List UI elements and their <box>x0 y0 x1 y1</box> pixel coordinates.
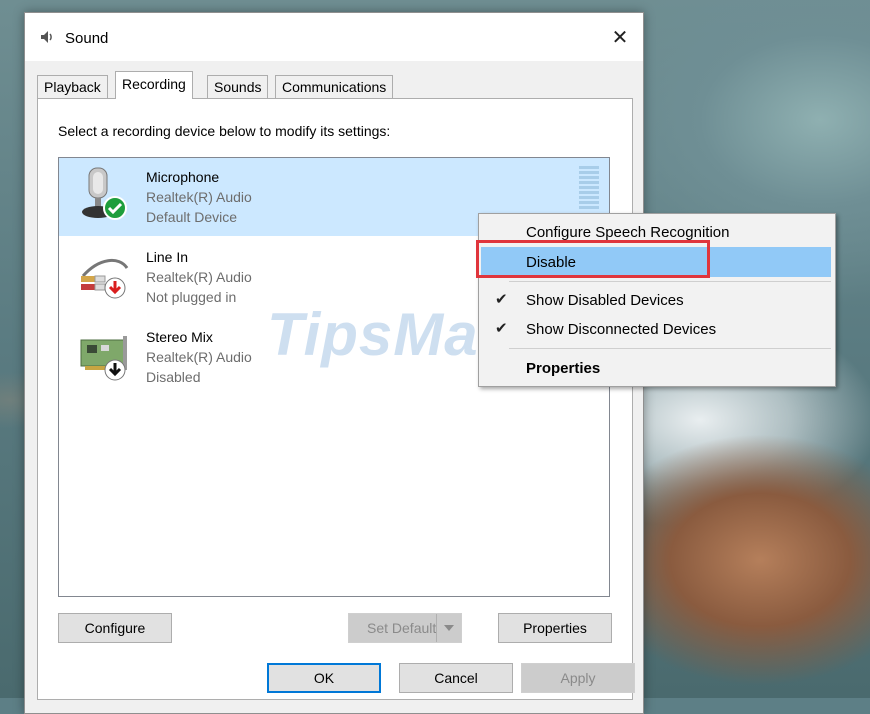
properties-button[interactable]: Properties <box>498 613 612 643</box>
line-in-jack-icon <box>81 259 129 299</box>
instruction-text: Select a recording device below to modif… <box>58 123 391 139</box>
checkmark-icon: ✔ <box>495 320 508 337</box>
menu-separator <box>509 348 831 349</box>
device-driver: Realtek(R) Audio <box>146 269 252 285</box>
ok-button[interactable]: OK <box>267 663 381 693</box>
device-status: Default Device <box>146 209 238 225</box>
green-check-badge <box>103 196 127 220</box>
black-down-arrow-badge <box>104 359 126 381</box>
microphone-icon <box>82 167 127 220</box>
menu-item-properties[interactable]: Properties <box>481 353 831 383</box>
recording-panel: Select a recording device below to modif… <box>37 98 633 700</box>
menu-item-label: Show Disabled Devices <box>526 292 684 309</box>
highlight-annotation-box <box>476 240 710 278</box>
menu-item-label: Properties <box>526 360 601 377</box>
apply-button[interactable]: Apply <box>521 663 635 693</box>
menu-item-show-disabled-devices[interactable]: ✔ Show Disabled Devices <box>481 285 831 315</box>
menu-item-label: Configure Speech Recognition <box>526 224 730 241</box>
red-down-arrow-badge <box>104 277 126 299</box>
menu-separator <box>509 281 831 282</box>
device-driver: Realtek(R) Audio <box>146 349 252 365</box>
set-default-label: Set Default <box>367 620 437 636</box>
device-status: Disabled <box>146 369 201 385</box>
set-default-button[interactable]: Set Default <box>348 613 462 643</box>
device-status: Not plugged in <box>146 289 237 305</box>
close-icon: ✕ <box>611 26 629 49</box>
cancel-button[interactable]: Cancel <box>399 663 513 693</box>
device-name: Microphone <box>146 169 220 185</box>
sound-card-icon <box>80 336 127 381</box>
window-title: Sound <box>65 30 109 47</box>
checkmark-icon: ✔ <box>495 291 508 308</box>
title-bar: Sound ✕ <box>25 13 643 61</box>
tab-sounds[interactable]: Sounds <box>207 75 269 98</box>
close-button[interactable]: ✕ <box>597 13 643 61</box>
device-name: Stereo Mix <box>146 329 213 345</box>
menu-item-label: Show Disconnected Devices <box>526 321 717 338</box>
tab-recording[interactable]: Recording <box>115 71 193 99</box>
device-driver: Realtek(R) Audio <box>146 189 252 205</box>
tab-communications[interactable]: Communications <box>275 75 394 98</box>
speaker-icon <box>41 31 52 43</box>
device-name: Line In <box>146 249 189 265</box>
tab-playback[interactable]: Playback <box>37 75 108 98</box>
menu-item-show-disconnected-devices[interactable]: ✔ Show Disconnected Devices <box>481 314 831 344</box>
configure-button[interactable]: Configure <box>58 613 172 643</box>
chevron-down-icon <box>436 614 461 642</box>
